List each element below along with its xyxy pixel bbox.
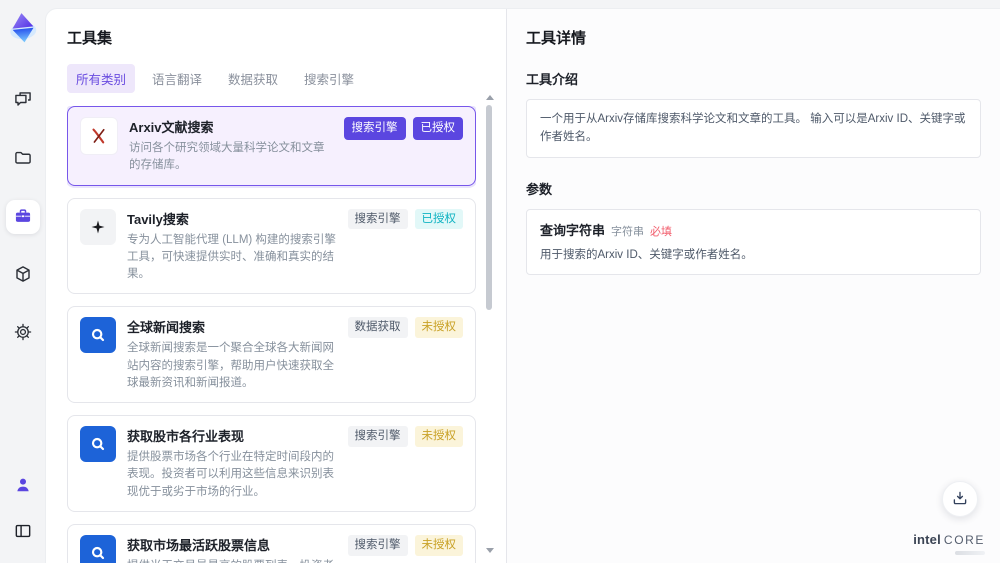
chat-icon	[13, 90, 33, 113]
sidebar-item-tools[interactable]	[5, 200, 40, 234]
brand-ultra-bar	[955, 551, 985, 555]
cube-icon	[13, 264, 33, 287]
search-app-icon	[80, 534, 116, 563]
scroll-down-arrow-icon[interactable]	[486, 548, 494, 553]
auth-status-badge: 已授权	[414, 208, 463, 230]
tool-card-arxiv[interactable]: Arxiv文献搜索 访问各个研究领域大量科学论文和文章的存储库。 搜索引擎 已授…	[67, 106, 476, 186]
left-sidebar	[0, 0, 45, 563]
list-scrollbar[interactable]	[485, 93, 494, 555]
tavily-sparkle-icon	[80, 208, 116, 245]
arxiv-logo-icon	[80, 117, 118, 155]
brand-intel-text: intel	[913, 532, 941, 547]
tool-list: Arxiv文献搜索 访问各个研究领域大量科学论文和文章的存储库。 搜索引擎 已授…	[67, 106, 476, 563]
search-app-icon	[80, 426, 116, 462]
tool-card-global-news[interactable]: 全球新闻搜索 全球新闻搜索是一个聚合全球各大新闻网站内容的搜索引擎，帮助用户快速…	[67, 306, 476, 403]
folder-icon	[13, 148, 33, 171]
category-badge: 搜索引擎	[347, 534, 408, 556]
user-profile-button[interactable]	[6, 469, 40, 503]
toolbox-icon	[13, 206, 33, 229]
scrollbar-thumb[interactable]	[486, 105, 492, 310]
tool-badges: 搜索引擎 已授权	[343, 117, 463, 140]
auth-status-badge: 已授权	[412, 117, 463, 140]
tool-card-tavily[interactable]: Tavily搜索 专为人工智能代理 (LLM) 构建的搜索引擎工具，可快速提供实…	[67, 197, 476, 295]
intel-core-logo: intel core	[913, 532, 985, 555]
download-icon	[951, 489, 969, 510]
category-tabs: 所有类别 语言翻译 数据获取 搜索引擎	[67, 64, 476, 93]
sidebar-nav	[5, 84, 40, 350]
sidebar-item-settings[interactable]	[6, 316, 40, 350]
sidebar-item-files[interactable]	[6, 142, 40, 176]
user-icon	[13, 475, 33, 498]
tool-card-text: 获取市场最活跃股票信息 提供当天交易量最高的股票列表，投资者可以利用这些信息来识…	[127, 535, 337, 563]
gear-icon	[13, 322, 33, 345]
tool-card-text: 获取股市各行业表现 提供股票市场各个行业在特定时间段内的表现。投资者可以利用这些…	[127, 426, 337, 501]
auth-status-badge: 未授权	[414, 534, 463, 556]
sidebar-item-packages[interactable]	[6, 258, 40, 292]
tool-name: Arxiv文献搜索	[129, 120, 214, 135]
tab-search-engine[interactable]: 搜索引擎	[295, 64, 363, 93]
app-logo-icon	[3, 8, 43, 48]
tool-description: 提供当天交易量最高的股票列表，投资者可以利用这些信息来识别流动性强的股票和潜在的…	[127, 558, 337, 563]
params-heading: 参数	[526, 181, 553, 197]
tool-card-text: 全球新闻搜索 全球新闻搜索是一个聚合全球各大新闻网站内容的搜索引擎，帮助用户快速…	[127, 317, 337, 392]
tool-name: 获取股市各行业表现	[127, 429, 245, 444]
tool-detail-panel: 工具详情 工具介绍 一个用于从Arxiv存储库搜索科学论文和文章的工具。 输入可…	[506, 9, 1000, 563]
search-app-icon	[80, 317, 116, 354]
tool-badges: 搜索引擎 已授权	[347, 208, 463, 230]
download-button[interactable]	[942, 481, 978, 517]
collapse-sidebar-button[interactable]	[6, 515, 40, 549]
param-header: 查询字符串 字符串 必填	[540, 220, 967, 239]
intro-heading: 工具介绍	[526, 72, 579, 87]
param-required-flag: 必填	[650, 225, 673, 238]
category-badge: 数据获取	[347, 317, 408, 339]
tool-description: 访问各个研究领域大量科学论文和文章的存储库。	[129, 142, 325, 172]
auth-status-badge: 未授权	[414, 426, 463, 447]
auth-status-badge: 未授权	[414, 317, 463, 339]
intro-box: 一个用于从Arxiv存储库搜索科学论文和文章的工具。 输入可以是Arxiv ID…	[526, 99, 981, 158]
tool-description: 全球新闻搜索是一个聚合全球各大新闻网站内容的搜索引擎，帮助用户快速获取全球最新资…	[127, 342, 334, 389]
page-title: 工具集	[67, 30, 113, 47]
panel-layout-icon	[13, 521, 33, 544]
tool-name: Tavily搜索	[127, 211, 189, 227]
tool-name: 获取市场最活跃股票信息	[127, 537, 271, 553]
tab-language-translation[interactable]: 语言翻译	[143, 64, 211, 93]
tool-badges: 搜索引擎 未授权	[347, 534, 463, 556]
main-panel: 工具集 所有类别 语言翻译 数据获取 搜索引擎 Arxiv文献搜索 访问各个研究…	[45, 8, 1000, 563]
param-name: 查询字符串	[540, 222, 606, 238]
intro-text: 一个用于从Arxiv存储库搜索科学论文和文章的工具。 输入可以是Arxiv ID…	[540, 113, 966, 144]
tool-card-most-active-stocks[interactable]: 获取市场最活跃股票信息 提供当天交易量最高的股票列表，投资者可以利用这些信息来识…	[67, 523, 476, 563]
sidebar-bottom	[6, 469, 40, 549]
category-badge: 搜索引擎	[347, 426, 408, 447]
scroll-up-arrow-icon[interactable]	[486, 95, 494, 100]
tool-badges: 搜索引擎 未授权	[347, 426, 463, 447]
sidebar-item-chat[interactable]	[6, 84, 40, 118]
category-badge: 搜索引擎	[347, 208, 408, 230]
tool-card-sector-performance[interactable]: 获取股市各行业表现 提供股票市场各个行业在特定时间段内的表现。投资者可以利用这些…	[67, 415, 476, 512]
param-description: 用于搜索的Arxiv ID、关键字或作者姓名。	[540, 248, 753, 261]
tool-badges: 数据获取 未授权	[347, 317, 463, 339]
brand-core-text: core	[943, 533, 985, 547]
tool-name: 全球新闻搜索	[127, 320, 206, 336]
detail-title: 工具详情	[526, 30, 587, 47]
tool-card-text: Tavily搜索 专为人工智能代理 (LLM) 构建的搜索引擎工具，可快速提供实…	[127, 209, 337, 284]
param-type: 字符串	[611, 225, 645, 238]
tab-data-fetching[interactable]: 数据获取	[219, 64, 287, 93]
param-box: 查询字符串 字符串 必填 用于搜索的Arxiv ID、关键字或作者姓名。	[526, 208, 981, 276]
tool-description: 专为人工智能代理 (LLM) 构建的搜索引擎工具，可快速提供实时、准确和真实的结…	[127, 233, 336, 281]
tool-card-text: Arxiv文献搜索 访问各个研究领域大量科学论文和文章的存储库。	[129, 117, 333, 175]
tool-list-panel: 工具集 所有类别 语言翻译 数据获取 搜索引擎 Arxiv文献搜索 访问各个研究…	[46, 9, 506, 563]
category-badge: 搜索引擎	[343, 117, 406, 140]
tab-all-categories[interactable]: 所有类别	[67, 64, 136, 93]
app-root: 工具集 所有类别 语言翻译 数据获取 搜索引擎 Arxiv文献搜索 访问各个研究…	[0, 0, 1000, 563]
tool-description: 提供股票市场各个行业在特定时间段内的表现。投资者可以利用这些信息来识别表现优于或…	[127, 451, 334, 498]
